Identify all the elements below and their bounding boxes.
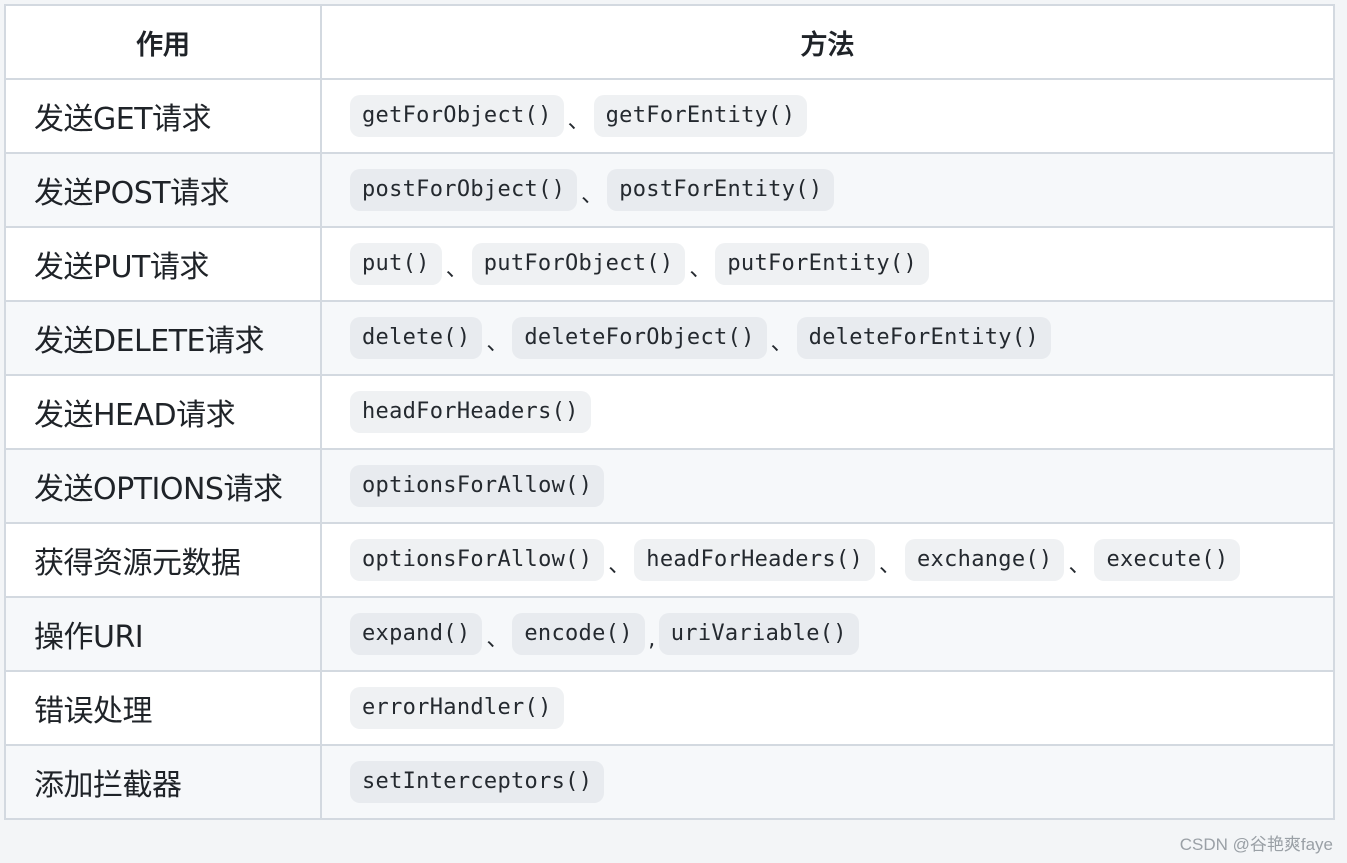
methods-cell: errorHandler() — [320, 670, 1335, 746]
resttemplate-methods-table: 作用 方法 发送GET请求 getForObject()、 getForEntity… — [4, 4, 1335, 820]
methods-cell: expand()、 encode(), uriVariable() — [320, 596, 1335, 672]
method-code: deleteForObject() — [512, 317, 767, 359]
method-code: execute() — [1094, 539, 1241, 581]
method-separator: 、 — [445, 257, 468, 282]
methods-cell: headForHeaders() — [320, 374, 1335, 450]
purpose-cell: 获得资源元数据 — [4, 522, 322, 598]
table-row: 添加拦截器 setInterceptors() — [4, 744, 1335, 820]
method-code: setInterceptors() — [350, 761, 605, 803]
method-separator: 、 — [567, 109, 590, 134]
purpose-cell: 发送POST请求 — [4, 152, 322, 228]
method-code: headForHeaders() — [350, 391, 591, 433]
purpose-cell: 发送DELETE请求 — [4, 300, 322, 376]
methods-cell: getForObject()、 getForEntity() — [320, 78, 1335, 154]
method-code: postForObject() — [350, 169, 578, 211]
header-purpose: 作用 — [4, 4, 322, 80]
table-header-row: 作用 方法 — [4, 4, 1335, 80]
purpose-cell: 操作URI — [4, 596, 322, 672]
method-separator: , — [648, 627, 656, 652]
table-row: 发送POST请求 postForObject()、 postForEntity() — [4, 152, 1335, 228]
methods-cell: optionsForAllow() — [320, 448, 1335, 524]
method-code: getForEntity() — [593, 95, 808, 137]
method-separator: 、 — [486, 331, 509, 356]
method-separator: 、 — [879, 553, 902, 578]
methods-cell: postForObject()、 postForEntity() — [320, 152, 1335, 228]
methods-table-container: 作用 方法 发送GET请求 getForObject()、 getForEntity… — [4, 4, 1335, 820]
method-code: putForEntity() — [715, 243, 930, 285]
table-row: 错误处理 errorHandler() — [4, 670, 1335, 746]
methods-cell: put()、 putForObject()、 putForEntity() — [320, 226, 1335, 302]
method-code: expand() — [350, 613, 483, 655]
table-row: 发送PUT请求 put()、 putForObject()、 putForEntity… — [4, 226, 1335, 302]
methods-cell: delete()、 deleteForObject()、 deleteForEnti… — [320, 300, 1335, 376]
table-row: 获得资源元数据 optionsForAllow()、 headForHeaders(… — [4, 522, 1335, 598]
purpose-cell: 发送GET请求 — [4, 78, 322, 154]
method-separator: 、 — [486, 627, 509, 652]
method-code: optionsForAllow() — [350, 465, 605, 507]
table-row: 发送DELETE请求 delete()、 deleteForObject()、 del… — [4, 300, 1335, 376]
method-code: errorHandler() — [350, 687, 564, 729]
method-code: exchange() — [905, 539, 1065, 581]
purpose-cell: 错误处理 — [4, 670, 322, 746]
method-code: optionsForAllow() — [350, 539, 605, 581]
method-code: put() — [350, 243, 442, 285]
purpose-cell: 发送HEAD请求 — [4, 374, 322, 450]
method-code: headForHeaders() — [634, 539, 876, 581]
method-separator: 、 — [689, 257, 712, 282]
csdn-watermark: CSDN @谷艳爽faye — [1179, 835, 1333, 854]
method-code: getForObject() — [350, 95, 564, 137]
table-row: 发送HEAD请求 headForHeaders() — [4, 374, 1335, 450]
method-separator: 、 — [581, 183, 604, 208]
method-code: deleteForEntity() — [796, 317, 1051, 359]
methods-cell: optionsForAllow()、 headForHeaders()、 excha… — [320, 522, 1335, 598]
method-code: uriVariable() — [658, 613, 859, 655]
method-code: delete() — [350, 317, 483, 359]
method-code: encode() — [512, 613, 645, 655]
method-code: postForEntity() — [607, 169, 835, 211]
method-code: putForObject() — [471, 243, 686, 285]
purpose-cell: 发送OPTIONS请求 — [4, 448, 322, 524]
methods-cell: setInterceptors() — [320, 744, 1335, 820]
purpose-cell: 添加拦截器 — [4, 744, 322, 820]
table-row: 发送OPTIONS请求 optionsForAllow() — [4, 448, 1335, 524]
method-separator: 、 — [1068, 553, 1091, 578]
method-separator: 、 — [608, 553, 631, 578]
purpose-cell: 发送PUT请求 — [4, 226, 322, 302]
header-methods: 方法 — [320, 4, 1335, 80]
method-separator: 、 — [770, 331, 793, 356]
table-row: 操作URI expand()、 encode(), uriVariable() — [4, 596, 1335, 672]
table-row: 发送GET请求 getForObject()、 getForEntity() — [4, 78, 1335, 154]
table-body: 发送GET请求 getForObject()、 getForEntity() 发送PO… — [4, 78, 1335, 820]
